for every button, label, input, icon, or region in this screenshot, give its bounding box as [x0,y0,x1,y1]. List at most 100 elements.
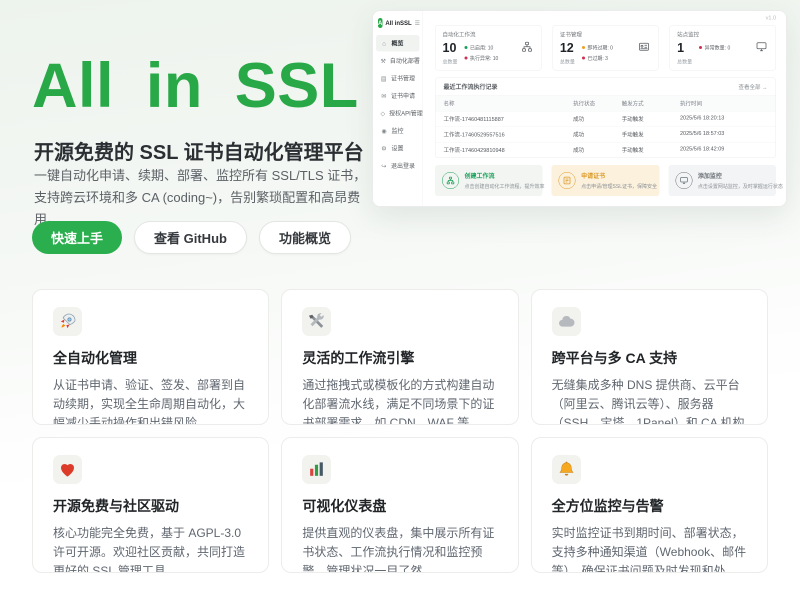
quick-action-create-workflow: 创建工作流 点击创建自动化工作流程，提升效率 [435,165,543,196]
feature-card-open-source: 开源免费与社区驱动 核心功能完全免费，基于 AGPL-3.0 许可开源。欢迎社区… [32,437,269,573]
legend-abnormal: 异常数量: 0 [699,44,730,52]
feature-card-alerting: 全方位监控与告警 实时监控证书到期时间、部署状态，支持多种通知渠道（Webhoo… [531,437,768,573]
stat-total-label: 总数量 [443,58,458,66]
green-dot-icon [465,46,468,49]
quick-actions: 创建工作流 点击创建自动化工作流程，提升效率 申请证书 点击申请/管理SSL证书… [435,165,776,196]
stat-card-certificates: 证书管理 12 总数量 即将过期: 0 已过期: 3 [552,25,658,71]
stat-total-label: 总数量 [677,58,692,66]
cloud-icon [552,307,581,336]
monitor-icon: ◉ [381,127,388,134]
red-dot-icon [465,56,468,59]
sidebar-item-logout: ↪ 退出登录 [376,158,420,175]
gear-icon: ⚙ [381,145,388,152]
page-title: All in SSL [32,50,359,122]
feature-desc: 无缝集成多种 DNS 提供商、云平台（阿里云、腾讯云等）、服务器（SSH、宝塔、… [552,376,747,425]
quick-action-desc: 点击申请/管理SSL证书，保障安全 [581,182,657,190]
preview-topbar: v1.0 [435,11,776,25]
quick-action-desc: 点击创建自动化工作流程，提升效率 [465,182,545,190]
table-title: 最近工作流执行记录 [444,83,498,92]
view-all-link: 查看全部 → [738,83,767,91]
features-overview-button[interactable]: 功能概览 [259,221,351,254]
app-preview-screenshot: A All inSSL ☰ ⌂ 概览 ⚒ 自动化部署 ▤ 证书管理 ✉ 证书申请… [372,10,787,207]
stat-title: 自动化工作流 [443,31,534,39]
stat-total-label: 总数量 [560,58,575,66]
stat-value: 1 [677,42,692,55]
sidebar-item-label: 退出登录 [391,162,415,171]
stat-value: 10 [443,42,458,55]
feature-title: 可视化仪表盘 [302,496,497,516]
quick-action-title: 添加监控 [698,172,783,181]
sidebar-item-label: 概览 [392,39,404,48]
monitor-icon [675,172,692,189]
monitor-icon [756,41,768,56]
heart-icon [53,455,82,484]
app-logo-icon: A [378,18,382,28]
sidebar-item-cert-apply: ✉ 证书申请 [376,88,420,105]
logout-icon: ↪ [381,162,387,169]
legend-exec-error: 执行异常: 10 [465,54,499,62]
feature-title: 开源免费与社区驱动 [53,496,248,516]
github-button[interactable]: 查看 GitHub [134,221,247,254]
preview-logo-row: A All inSSL ☰ [376,15,420,34]
feature-grid: 全自动化管理 从证书申请、验证、签发、部署到自动续期，实现全生命周期自动化，大幅… [32,289,768,573]
sidebar-item-deploy: ⚒ 自动化部署 [376,53,420,70]
feature-title: 全自动化管理 [53,348,248,368]
sidebar-item-label: 监控 [392,127,404,136]
sidebar-collapse-icon: ☰ [415,20,420,27]
version-label: v1.0 [766,15,776,21]
api-key-icon: ◇ [381,110,386,117]
bar-chart-icon [302,455,331,484]
quick-action-title: 申请证书 [581,172,657,181]
preview-sidebar: A All inSSL ☰ ⌂ 概览 ⚒ 自动化部署 ▤ 证书管理 ✉ 证书申请… [373,11,423,207]
rocket-icon [53,307,82,336]
legend-enabled: 已启用: 10 [465,44,499,52]
feature-desc: 核心功能完全免费，基于 AGPL-3.0 许可开源。欢迎社区贡献，共同打造更好的… [53,524,248,573]
table-row: 工作流-17460481115887 成功 手动触发 2025/5/6 18:2… [436,111,776,127]
feature-card-dashboard: 可视化仪表盘 提供直观的仪表盘，集中展示所有证书状态、工作流执行情况和监控预警，… [281,437,518,573]
quick-action-add-monitor: 添加监控 点击设置网站监控，及时掌握运行状态 [668,165,776,196]
page-subtitle: 开源免费的 SSL 证书自动化管理平台 [34,136,364,165]
quick-action-apply-cert: 申请证书 点击申请/管理SSL证书，保障安全 [552,165,660,196]
sidebar-item-label: 证书申请 [391,92,415,101]
workflow-icon [442,172,459,189]
stat-card-workflows: 自动化工作流 10 总数量 已启用: 10 执行异常: 10 [435,25,541,71]
stat-value: 12 [560,42,575,55]
legend-expiring: 即将过期: 0 [582,44,613,52]
feature-desc: 从证书申请、验证、签发、部署到自动续期，实现全生命周期自动化，大幅减少手动操作和… [53,376,248,425]
sidebar-item-cert-manage: ▤ 证书管理 [376,70,420,87]
sidebar-item-overview: ⌂ 概览 [376,35,420,52]
home-icon: ⌂ [381,40,388,47]
quick-action-desc: 点击设置网站监控，及时掌握运行状态 [698,182,783,190]
sidebar-item-monitor: ◉ 监控 [376,123,420,140]
tools-icon [302,307,331,336]
sitemap-icon [521,41,533,56]
feature-title: 跨平台与多 CA 支持 [552,348,747,368]
sidebar-item-label: 授权API管理 [389,109,423,118]
stat-title: 站点监控 [677,31,768,39]
red-dot-icon [699,46,702,49]
apply-icon: ✉ [381,92,387,99]
bell-icon [552,455,581,484]
hero-buttons: 快速上手 查看 GitHub 功能概览 [32,221,351,254]
feature-desc: 提供直观的仪表盘，集中展示所有证书状态、工作流执行情况和监控预警，管理状况一目了… [302,524,497,573]
sidebar-item-api-auth: ◇ 授权API管理 [376,105,420,122]
feature-card-workflow-engine: 灵活的工作流引擎 通过拖拽式或模板化的方式构建自动化部署流水线，满足不同场景下的… [281,289,518,425]
legend-expired: 已过期: 3 [582,54,613,62]
sidebar-item-label: 设置 [392,144,404,153]
feature-title: 灵活的工作流引擎 [302,348,497,368]
table-row: 工作流-17460429810948 成功 手动触发 2025/5/6 18:4… [436,142,776,158]
feature-title: 全方位监控与告警 [552,496,747,516]
red-dot-icon [582,56,585,59]
get-started-button[interactable]: 快速上手 [32,221,122,254]
certificate-icon: ▤ [381,75,387,82]
feature-card-automation: 全自动化管理 从证书申请、验证、签发、部署到自动续期，实现全生命周期自动化，大幅… [32,289,269,425]
brand-name: All inSSL [385,20,411,27]
quick-action-title: 创建工作流 [465,172,545,181]
feature-desc: 实时监控证书到期时间、部署状态，支持多种通知渠道（Webhook、邮件等），确保… [552,524,747,573]
stat-title: 证书管理 [560,31,651,39]
feature-desc: 通过拖拽式或模板化的方式构建自动化部署流水线，满足不同场景下的证书部署需求，如 … [302,376,497,425]
sidebar-item-label: 自动化部署 [390,57,420,66]
orange-dot-icon [582,46,585,49]
certificate-icon [559,172,576,189]
sidebar-item-settings: ⚙ 设置 [376,140,420,157]
